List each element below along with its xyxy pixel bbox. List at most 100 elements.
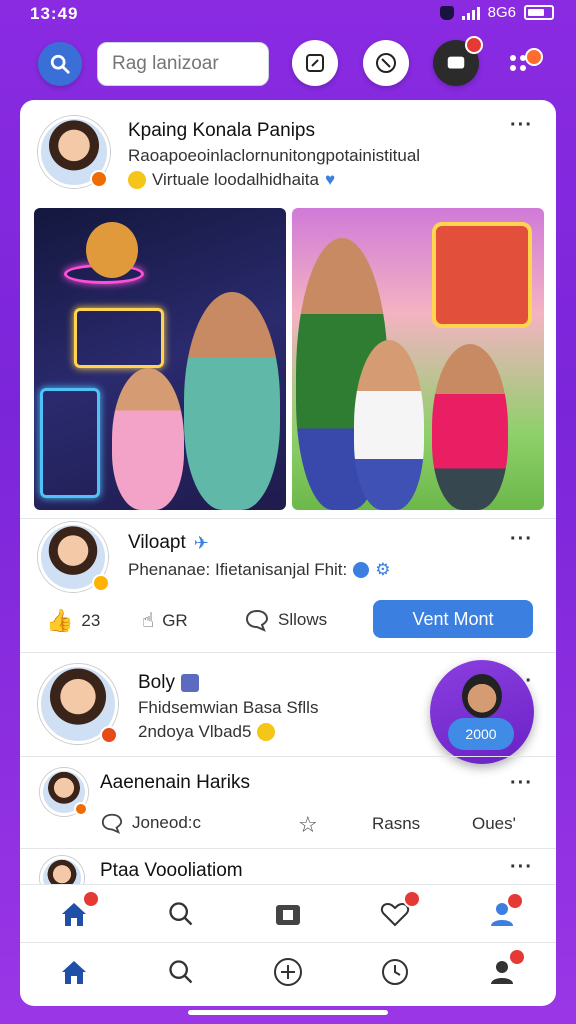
like-button[interactable]: 👍 23 xyxy=(46,608,100,634)
heart-icon: ♥ xyxy=(324,170,336,189)
gear-icon: ⚙ xyxy=(375,560,391,579)
tab-home[interactable] xyxy=(52,950,96,994)
post-subtext: Virtuale loodalhidhaita ♥ xyxy=(128,170,335,190)
comment-label: Sllows xyxy=(278,610,328,629)
dislike-button[interactable]: ☝ GR xyxy=(142,608,188,633)
tab-wallet[interactable] xyxy=(266,892,310,936)
chat-icon xyxy=(447,56,465,69)
status-bar: 13:49 8G6 xyxy=(0,0,576,28)
secondary-tab-bar xyxy=(20,884,556,942)
like-count: 23 xyxy=(81,611,101,630)
thumbs-outline-icon: ☝ xyxy=(142,610,155,632)
post-author[interactable]: Ptaa Voooliatiom xyxy=(100,860,243,882)
info-icon xyxy=(353,562,370,578)
app-notification-icon xyxy=(439,5,454,20)
primary-action-button[interactable]: Vent Mont xyxy=(373,600,533,638)
more-action-button[interactable]: Oues' xyxy=(472,814,516,834)
avatar-badge xyxy=(74,802,88,816)
post-text: Fhidsemwian Basa Sflls xyxy=(138,698,319,717)
search-icon xyxy=(169,959,193,983)
network-label: 8G6 xyxy=(487,4,516,21)
post-author[interactable]: Aaenenain Hariks xyxy=(100,772,250,794)
clock-icon xyxy=(382,958,409,985)
compass-icon xyxy=(376,53,396,73)
tab-search[interactable] xyxy=(159,892,203,936)
messages-button[interactable] xyxy=(433,36,483,86)
home-icon xyxy=(61,960,86,984)
more-options-button[interactable]: ··· xyxy=(510,528,533,551)
compose-button[interactable] xyxy=(292,40,338,86)
floating-profile-button[interactable]: 2000 xyxy=(430,660,534,764)
tab-create[interactable] xyxy=(266,950,310,994)
thumbs-up-icon: 👍 xyxy=(46,608,74,633)
menu-button[interactable] xyxy=(505,46,543,82)
post-subtext: 2ndoya Vlbad5 xyxy=(138,722,276,742)
tab-profile[interactable] xyxy=(480,891,525,936)
smile-emoji-icon xyxy=(257,723,276,741)
more-options-button[interactable]: ··· xyxy=(510,856,533,879)
more-options-button[interactable]: ··· xyxy=(510,114,533,137)
verified-icon: ✈ xyxy=(193,532,209,553)
comment-icon xyxy=(245,609,269,632)
child-figure xyxy=(112,368,184,510)
top-bar xyxy=(0,36,576,90)
feed-card: Kpaing Konala Panips ··· Raoapoeoinlaclo… xyxy=(20,100,556,1006)
fab-label: 2000 xyxy=(448,718,514,750)
reply-label: Joneod:c xyxy=(132,813,201,832)
favorites-badge xyxy=(403,889,422,908)
post-subtext-label: 2ndoya Vlbad5 xyxy=(138,722,252,741)
neon-sign xyxy=(74,308,164,368)
divider xyxy=(20,652,556,653)
divider xyxy=(20,756,556,757)
bear-toy xyxy=(86,222,138,278)
tab-home[interactable] xyxy=(52,889,100,936)
child-figure xyxy=(354,340,424,510)
signal-icon xyxy=(461,6,480,20)
child-figure xyxy=(432,344,508,510)
messages-badge xyxy=(465,36,483,54)
search-icon xyxy=(50,54,70,74)
explore-button[interactable] xyxy=(363,40,409,86)
search-icon xyxy=(169,901,193,925)
neon-panel xyxy=(40,388,100,498)
post-author-row: Boly xyxy=(138,672,199,694)
profile-face xyxy=(462,674,502,718)
plus-circle-icon xyxy=(273,957,302,986)
star-icon: ☆ xyxy=(298,812,318,837)
status-icons: 8G6 xyxy=(439,4,554,21)
tab-favorites[interactable] xyxy=(373,889,422,936)
comment-button[interactable]: Sllows xyxy=(244,608,327,632)
post-text: Raoapoeoinlaclornunitongpotainistitual xyxy=(128,146,421,165)
post-photo-right[interactable] xyxy=(292,208,544,510)
post-text-label: Phenanae: Ifietanisanjal Fhit: xyxy=(128,560,348,579)
search-input[interactable] xyxy=(97,42,269,86)
post-author-row: Viloapt ✈ xyxy=(128,532,209,554)
battery-icon xyxy=(524,5,554,20)
tab-profile[interactable] xyxy=(480,947,527,994)
post-photo-left[interactable] xyxy=(34,208,286,510)
avatar-badge xyxy=(92,574,110,592)
avatar-badge xyxy=(90,170,108,188)
divider xyxy=(20,518,556,519)
avatar-badge xyxy=(100,726,118,744)
post-subtext-label: Virtuale loodalhidhaita xyxy=(152,170,319,189)
home-indicator xyxy=(188,1010,388,1015)
home-badge xyxy=(81,889,100,908)
reply-button[interactable]: Joneod:c xyxy=(100,812,201,834)
game-poster xyxy=(432,222,532,328)
share-button[interactable]: Rasns xyxy=(372,814,420,834)
smile-emoji-icon xyxy=(128,171,146,189)
post-text: Phenanae: Ifietanisanjal Fhit: ⚙ xyxy=(128,560,391,580)
tab-search[interactable] xyxy=(159,950,203,994)
tab-activity[interactable] xyxy=(373,950,417,994)
post-author[interactable]: Kpaing Konala Panips xyxy=(128,120,315,142)
divider xyxy=(20,848,556,849)
post-author[interactable]: Boly xyxy=(138,672,175,694)
more-options-button[interactable]: ··· xyxy=(510,772,533,795)
more-action-label: Oues' xyxy=(472,814,516,833)
favorite-button[interactable]: ☆ xyxy=(298,812,318,838)
main-tab-bar xyxy=(20,942,556,1000)
post-author[interactable]: Viloapt xyxy=(128,532,186,554)
search-button[interactable] xyxy=(38,42,82,86)
share-label: Rasns xyxy=(372,814,421,833)
